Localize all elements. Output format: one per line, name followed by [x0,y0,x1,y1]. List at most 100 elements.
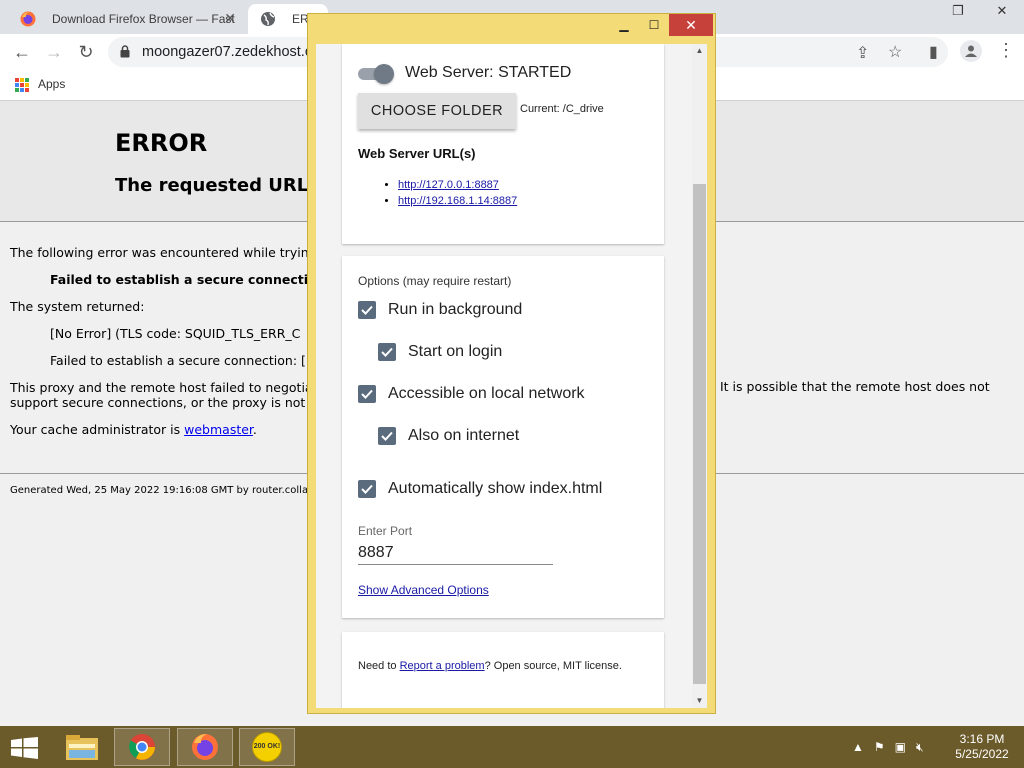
browser-window-controls: ❐ ✕ [936,0,1024,22]
error-reason: Failed to establish a secure connection [50,272,326,287]
chevron-up-icon[interactable]: ▲ [852,740,864,755]
error-title: ERROR [115,129,208,157]
close-tab-icon[interactable]: ✕ [224,10,236,27]
clock-date: 5/25/2022 [955,747,1009,761]
reload-icon[interactable]: ↻ [76,42,96,63]
taskbar-chrome[interactable] [114,728,170,766]
options-note: Options (may require restart) [358,274,512,288]
server-status: Web Server: STARTED [405,64,572,81]
footer-prefix: Need to [358,660,397,672]
lock-icon [120,45,130,58]
close-window-icon[interactable]: ✕ [980,0,1024,22]
checkbox-checked-icon[interactable] [358,385,376,403]
server-url-list: http://127.0.0.1:8887 http://192.168.1.1… [358,177,517,209]
cache-admin-line: Your cache administrator is webmaster. [10,422,257,437]
maximize-icon[interactable]: ☐ [639,14,669,36]
option-run-in-background[interactable]: Run in background [358,301,522,319]
option-label: Automatically show index.html [388,480,603,497]
share-icon[interactable]: ⇪ [856,43,869,63]
option-label: Start on login [408,343,503,360]
list-item: http://127.0.0.1:8887 [398,177,517,193]
cache-admin-prefix: Your cache administrator is [10,422,181,437]
error-detail: Failed to establish a secure connection:… [50,353,316,368]
server-url-link[interactable]: http://127.0.0.1:8887 [398,179,499,191]
taskbar-firefox[interactable] [177,728,233,766]
firefox-icon [20,11,36,27]
close-icon[interactable]: ✕ [669,14,713,36]
sidebar-icon[interactable]: ▮ [929,42,938,62]
option-label: Accessible on local network [388,385,585,402]
profile-avatar[interactable] [960,40,982,62]
taskbar-web-server-app[interactable]: 200 OK! [239,728,295,766]
error-line-right: It is possible that the remote host does… [720,379,990,394]
bookmark-star-icon[interactable]: ☆ [888,42,902,62]
taskbar: 200 OK! ▲ ⚑ ▣ 🔇︎ 3:16 PM 5/25/2022 [0,726,1024,768]
show-advanced-options-link[interactable]: Show Advanced Options [358,583,489,597]
error-line: The following error was encountered whil… [10,245,317,260]
checkbox-checked-icon[interactable] [378,343,396,361]
server-toggle[interactable] [358,64,396,84]
footer-text: Need to Report a problem? Open source, M… [358,660,622,672]
minimize-icon[interactable]: ▁ [609,14,639,36]
app-window-controls: ▁ ☐ ✕ [609,14,713,36]
port-input[interactable] [358,542,553,565]
forward-icon[interactable]: → [44,42,64,63]
address-text: moongazer07.zedekhost.co [142,44,321,60]
scrollbar-thumb[interactable] [693,184,706,684]
generated-footer: Generated Wed, 25 May 2022 19:16:08 GMT … [10,485,337,496]
current-folder: Current: /C_drive [520,103,604,115]
tab-title: Download Firefox Browser — Fast [52,12,235,26]
option-also-on-internet[interactable]: Also on internet [378,427,519,445]
options-card: Options (may require restart) Run in bac… [342,256,664,618]
chrome-icon [129,734,155,760]
option-show-index-html[interactable]: Automatically show index.html [358,480,602,498]
error-line: This proxy and the remote host failed to… [10,380,318,395]
web-server-app-icon: 200 OK! [252,732,282,762]
person-icon [965,45,977,57]
error-subtitle: The requested URL [115,175,309,196]
webmaster-link[interactable]: webmaster [184,422,253,437]
checkbox-checked-icon[interactable] [358,480,376,498]
toggle-knob [374,64,394,84]
footer-card: Need to Report a problem? Open source, M… [342,632,664,708]
checkbox-checked-icon[interactable] [358,301,376,319]
option-label: Also on internet [408,427,520,444]
option-start-on-login[interactable]: Start on login [378,343,502,361]
clock-time: 3:16 PM [959,732,1005,746]
server-url-link[interactable]: http://192.168.1.14:8887 [398,195,517,207]
back-icon[interactable]: ← [12,42,32,63]
volume-muted-icon[interactable]: 🔇︎ [916,740,924,755]
folder-icon [66,735,98,760]
system-tray: ▲ ⚑ ▣ 🔇︎ [852,740,924,755]
windows-start-icon[interactable] [11,737,38,759]
port-label: Enter Port [358,524,413,538]
globe-icon [261,12,275,26]
error-code: [No Error] (TLS code: SQUID_TLS_ERR_C [50,326,301,341]
firefox-icon [192,734,218,760]
network-icon[interactable]: ▣ [895,740,906,755]
apps-grid-icon[interactable] [15,78,29,92]
restore-icon[interactable]: ❐ [936,0,980,22]
checkbox-checked-icon[interactable] [378,427,396,445]
footer-suffix: ? Open source, MIT license. [484,660,622,672]
web-server-app-window: ▁ ☐ ✕ Web Server: STARTED CHOOSE FOLDER … [307,13,716,714]
error-line: The system returned: [10,299,145,314]
list-item: http://192.168.1.14:8887 [398,193,517,209]
report-problem-link[interactable]: Report a problem [400,660,485,672]
apps-bookmark[interactable]: Apps [38,77,65,91]
menu-dots-icon[interactable]: ⋮ [997,40,1015,61]
scroll-down-icon[interactable]: ▼ [692,694,707,708]
server-urls-title: Web Server URL(s) [358,146,476,161]
app-badge-text: 200 OK! [253,743,281,750]
scroll-up-icon[interactable]: ▲ [692,44,707,58]
action-center-flag-icon[interactable]: ⚑ [874,740,885,755]
server-card: Web Server: STARTED CHOOSE FOLDER Curren… [342,44,664,244]
taskbar-file-explorer[interactable] [54,728,110,766]
scrollbar[interactable]: ▲ ▼ [692,44,707,708]
error-line: support secure connections, or the proxy… [10,395,316,410]
taskbar-clock[interactable]: 3:16 PM 5/25/2022 [950,732,1014,762]
option-accessible-local-network[interactable]: Accessible on local network [358,385,585,403]
choose-folder-button[interactable]: CHOOSE FOLDER [358,93,516,129]
cache-admin-suffix: . [252,422,257,437]
tab-firefox-download[interactable]: Download Firefox Browser — Fast ✕ [8,4,246,34]
